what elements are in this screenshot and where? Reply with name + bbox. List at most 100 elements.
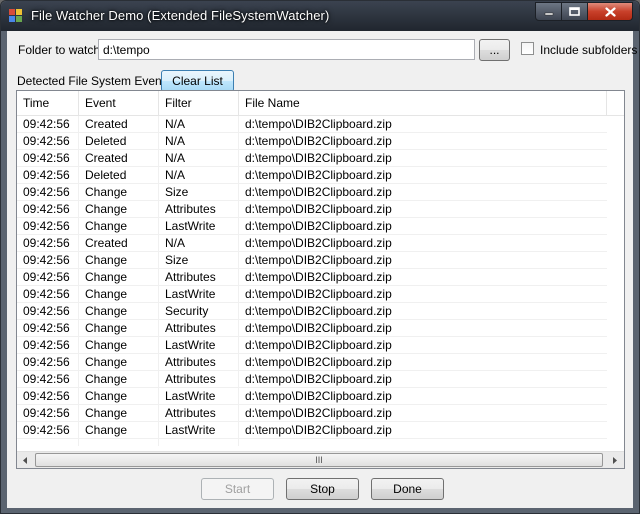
- done-button[interactable]: Done: [371, 478, 444, 500]
- cell-event: Change: [79, 422, 159, 438]
- table-row[interactable]: 09:42:56 Created N/A d:\tempo\DIB2Clipboard…: [17, 116, 607, 133]
- cell-filter: N/A: [159, 150, 239, 166]
- cell-filter: N/A: [159, 235, 239, 251]
- app-window: File Watcher Demo (Extended FileSystemWa…: [0, 0, 640, 514]
- folder-label: Folder to watch: [18, 43, 101, 57]
- cell-file-name: d:\tempo\DIB2Clipboard.zip: [245, 304, 392, 318]
- cell-time: 09:42:56: [17, 201, 79, 217]
- cell-event: Change: [79, 388, 159, 404]
- close-icon: [604, 6, 616, 17]
- cell-file-name: d:\tempo\DIB2Clipboard.zip: [245, 202, 392, 216]
- cell-time: 09:42:56: [17, 133, 79, 149]
- table-row[interactable]: 09:42:56 Change Size d:\tempo\DIB2Clipboard…: [17, 252, 607, 269]
- cell-event: Change: [79, 286, 159, 302]
- cell-time: 09:42:56: [17, 235, 79, 251]
- cell-time: 09:42:56: [17, 371, 79, 387]
- minimize-button[interactable]: [535, 2, 562, 21]
- column-header-time[interactable]: Time: [17, 91, 79, 115]
- cell-event: Change: [79, 252, 159, 268]
- cell-time: 09:42:56: [17, 337, 79, 353]
- cell-filter: Security: [159, 303, 239, 319]
- cell-event: Change: [79, 371, 159, 387]
- cell-file-name: d:\tempo\DIB2Clipboard.zip: [245, 338, 392, 352]
- table-row[interactable]: 09:42:56 Change Security d:\tempo\DIB2Clipb…: [17, 303, 607, 320]
- cell-file-name: d:\tempo\DIB2Clipboard.zip: [245, 151, 392, 165]
- cell-filter: Attributes: [159, 269, 239, 285]
- table-row[interactable]: 09:42:56 Change Attributes d:\tempo\DIB2Cli…: [17, 354, 607, 371]
- scroll-right-arrow[interactable]: [606, 452, 623, 468]
- start-button[interactable]: Start: [201, 478, 274, 500]
- cell-time: 09:42:56: [17, 150, 79, 166]
- cell-filter: LastWrite: [159, 422, 239, 438]
- caption-buttons: [535, 2, 633, 21]
- horizontal-scrollbar[interactable]: III: [17, 451, 624, 468]
- cell-filter: LastWrite: [159, 337, 239, 353]
- table-row[interactable]: 09:42:56 Change Attributes d:\tempo\DIB2Cli…: [17, 269, 607, 286]
- table-row[interactable]: 09:42:56 Change LastWrite d:\tempo\DIB2Clip…: [17, 388, 607, 405]
- browse-button[interactable]: ...: [479, 39, 510, 61]
- cell-time: 09:42:56: [17, 269, 79, 285]
- cell-file-name: d:\tempo\DIB2Clipboard.zip: [245, 372, 392, 386]
- close-button[interactable]: [588, 2, 633, 21]
- title-bar[interactable]: File Watcher Demo (Extended FileSystemWa…: [1, 1, 639, 31]
- cell-file-name: d:\tempo\DIB2Clipboard.zip: [245, 321, 392, 335]
- cell-time: 09:42:56: [17, 218, 79, 234]
- cell-event: Change: [79, 303, 159, 319]
- scroll-grip: III: [315, 455, 323, 465]
- cell-event: Created: [79, 235, 159, 251]
- cell-file-name: d:\tempo\DIB2Clipboard.zip: [245, 185, 392, 199]
- app-window-icon[interactable]: [9, 9, 23, 23]
- cell-time: 09:42:56: [17, 167, 79, 183]
- cell-filter: Attributes: [159, 201, 239, 217]
- cell-time: 09:42:56: [17, 303, 79, 319]
- table-row[interactable]: 09:42:56 Change Attributes d:\tempo\DIB2Cli…: [17, 201, 607, 218]
- cell-filter: Size: [159, 252, 239, 268]
- list-rows: 09:42:56 Created N/A d:\tempo\DIB2Clipboard…: [17, 116, 607, 439]
- column-header-filter[interactable]: Filter: [159, 91, 239, 115]
- minimize-icon: [544, 12, 553, 15]
- table-row[interactable]: 09:42:56 Change Attributes d:\tempo\DIB2Cli…: [17, 320, 607, 337]
- maximize-button[interactable]: [562, 2, 588, 21]
- cell-event: Change: [79, 405, 159, 421]
- table-row[interactable]: 09:42:56 Change Attributes d:\tempo\DIB2Cli…: [17, 405, 607, 422]
- cell-event: Created: [79, 116, 159, 132]
- folder-input[interactable]: [98, 39, 475, 60]
- table-row[interactable]: 09:42:56 Deleted N/A d:\tempo\DIB2Clipboard…: [17, 167, 607, 184]
- cell-event: Deleted: [79, 133, 159, 149]
- events-list[interactable]: Time Event Filter File Name 09:42:56 Crea…: [16, 90, 625, 469]
- scroll-left-arrow[interactable]: [17, 452, 34, 468]
- table-row[interactable]: 09:42:56 Deleted N/A d:\tempo\DIB2Clipboard…: [17, 133, 607, 150]
- cell-file-name: d:\tempo\DIB2Clipboard.zip: [245, 253, 392, 267]
- table-row[interactable]: 09:42:56 Change LastWrite d:\tempo\DIB2Clip…: [17, 286, 607, 303]
- table-row[interactable]: 09:42:56 Change LastWrite d:\tempo\DIB2Clip…: [17, 337, 607, 354]
- table-row[interactable]: 09:42:56 Change LastWrite d:\tempo\DIB2Clip…: [17, 422, 607, 439]
- cell-file-name: d:\tempo\DIB2Clipboard.zip: [245, 406, 392, 420]
- table-row[interactable]: 09:42:56 Change Size d:\tempo\DIB2Clipboard…: [17, 184, 607, 201]
- scroll-thumb[interactable]: III: [35, 453, 603, 467]
- cell-filter: LastWrite: [159, 218, 239, 234]
- clear-list-button[interactable]: Clear List: [161, 70, 234, 92]
- cell-time: 09:42:56: [17, 252, 79, 268]
- include-subfolders-checkbox[interactable]: [521, 42, 534, 55]
- cell-time: 09:42:56: [17, 286, 79, 302]
- cell-event: Change: [79, 354, 159, 370]
- table-row[interactable]: 09:42:56 Created N/A d:\tempo\DIB2Clipboard…: [17, 150, 607, 167]
- cell-time: 09:42:56: [17, 320, 79, 336]
- window-title: File Watcher Demo (Extended FileSystemWa…: [31, 8, 330, 23]
- table-row[interactable]: 09:42:56 Change Attributes d:\tempo\DIB2Cli…: [17, 371, 607, 388]
- cell-file-name: d:\tempo\DIB2Clipboard.zip: [245, 236, 392, 250]
- column-header-file-name[interactable]: File Name: [239, 91, 607, 115]
- cell-filter: N/A: [159, 167, 239, 183]
- chevron-left-icon: [23, 456, 27, 464]
- cell-file-name: d:\tempo\DIB2Clipboard.zip: [245, 287, 392, 301]
- stop-button[interactable]: Stop: [286, 478, 359, 500]
- table-row[interactable]: 09:42:56 Change LastWrite d:\tempo\DIB2Clip…: [17, 218, 607, 235]
- events-label: Detected File System Events: [17, 74, 172, 88]
- cell-event: Change: [79, 320, 159, 336]
- cell-event: Change: [79, 201, 159, 217]
- cell-filter: N/A: [159, 133, 239, 149]
- include-subfolders-label: Include subfolders: [540, 43, 638, 57]
- table-row[interactable]: 09:42:56 Created N/A d:\tempo\DIB2Clipboard…: [17, 235, 607, 252]
- cell-filter: Attributes: [159, 354, 239, 370]
- column-header-event[interactable]: Event: [79, 91, 159, 115]
